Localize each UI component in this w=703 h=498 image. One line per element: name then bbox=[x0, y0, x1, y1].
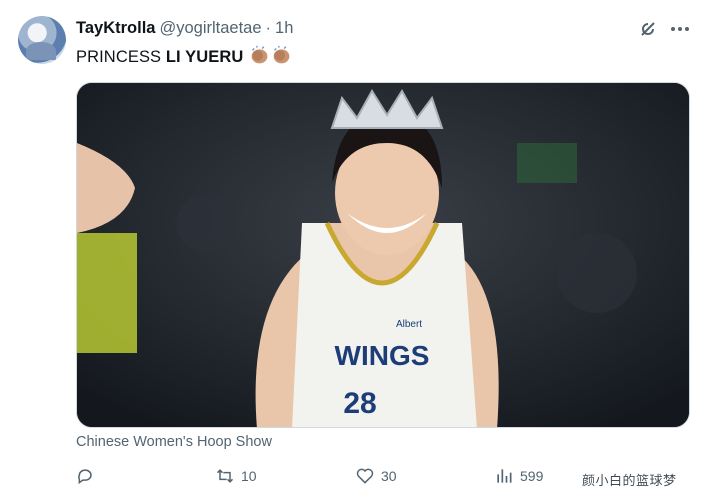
retweet-count: 10 bbox=[241, 468, 257, 484]
view-count: 599 bbox=[520, 468, 544, 484]
clapping-hands-emoji bbox=[251, 45, 268, 64]
views-button[interactable]: 599 bbox=[494, 466, 543, 486]
tweet-text-bold: LI YUERU bbox=[165, 48, 244, 66]
like-button[interactable]: 30 bbox=[355, 466, 397, 486]
tweet-text: PRINCESS LI YUERU bbox=[76, 45, 292, 67]
more-options-icon[interactable] bbox=[668, 17, 692, 41]
tweet-text-prefix: PRINCESS bbox=[76, 48, 166, 66]
jersey-number: 28 bbox=[343, 387, 376, 420]
tweet-header: TayKtrolla @yogirltaetae · 1h bbox=[76, 19, 293, 38]
jersey-brand: WINGS bbox=[335, 340, 430, 371]
photo-illustration: WINGS 28 Albert bbox=[77, 83, 689, 427]
bar-chart-icon bbox=[497, 469, 512, 483]
media-source-label[interactable]: Chinese Women's Hoop Show bbox=[76, 434, 272, 450]
jersey-sponsor: Albert bbox=[396, 319, 422, 330]
grok-icon[interactable] bbox=[636, 17, 660, 41]
clapping-hands-emoji bbox=[273, 45, 290, 64]
reply-button[interactable] bbox=[76, 466, 102, 486]
author-avatar[interactable] bbox=[18, 16, 66, 64]
tweet-photo[interactable]: WINGS 28 Albert bbox=[76, 82, 690, 428]
retweet-icon bbox=[216, 469, 234, 483]
author-handle[interactable]: @yogirltaetae bbox=[159, 19, 261, 38]
author-display-name[interactable]: TayKtrolla bbox=[76, 19, 155, 38]
tweet-timestamp[interactable]: 1h bbox=[275, 19, 293, 38]
like-count: 30 bbox=[381, 468, 397, 484]
watermark: 颜小白的篮球梦 bbox=[582, 473, 677, 488]
retweet-button[interactable]: 10 bbox=[215, 466, 257, 486]
heart-icon bbox=[356, 468, 374, 484]
separator-dot: · bbox=[265, 19, 272, 37]
reply-icon bbox=[78, 469, 92, 485]
